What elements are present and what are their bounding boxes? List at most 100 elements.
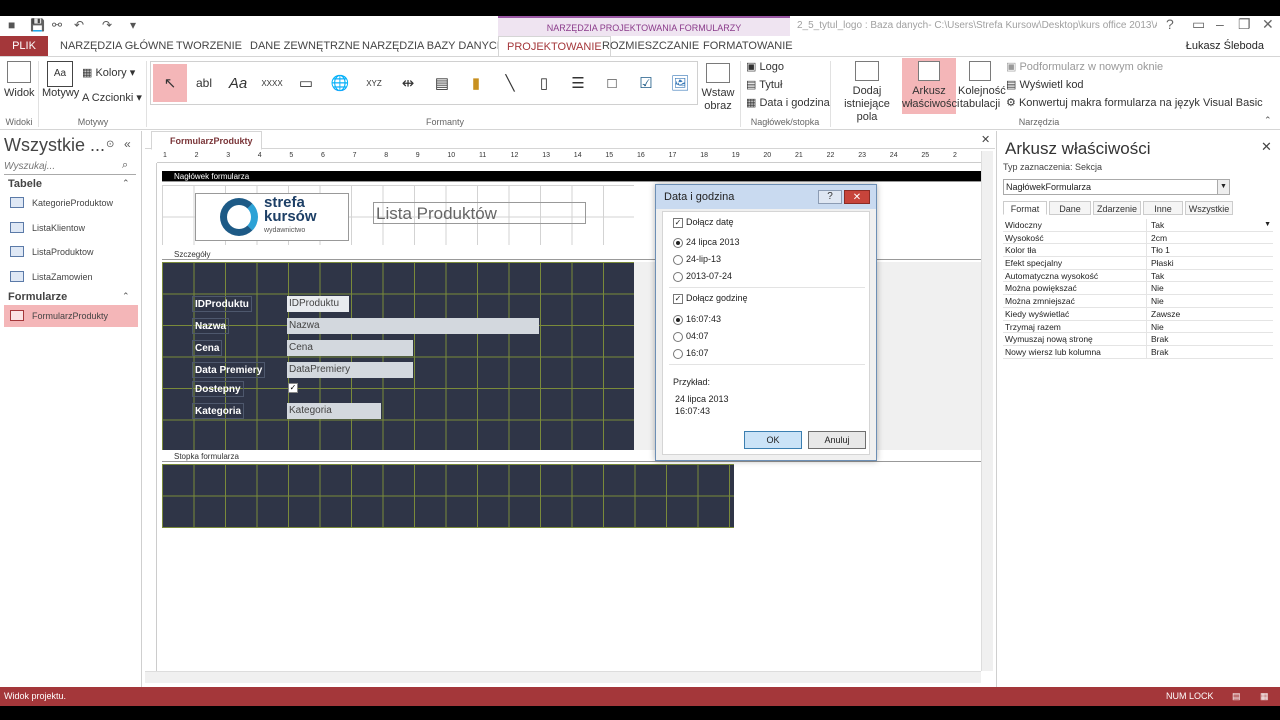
property-value[interactable]: Nie: [1151, 321, 1164, 333]
nav-group-forms[interactable]: Formularze: [8, 291, 67, 303]
image-tool-icon[interactable]: 🖼: [663, 64, 697, 102]
themes-button[interactable]: Aa Motywy: [42, 61, 79, 100]
tab-format[interactable]: FORMATOWANIE: [695, 36, 801, 56]
combo-box-icon[interactable]: ▤: [425, 64, 459, 102]
add-fields-button[interactable]: Dodaj istniejące pola: [834, 61, 900, 124]
view-button[interactable]: Widok: [4, 61, 35, 100]
tab-other[interactable]: Inne: [1143, 201, 1183, 215]
nav-search-input[interactable]: Wyszukaj...: [4, 159, 136, 175]
nav-item-table[interactable]: ListaKlientow: [4, 217, 138, 239]
property-row[interactable]: Trzymaj razem Nie: [1003, 320, 1273, 334]
title-button[interactable]: ▤ Tytuł: [746, 79, 783, 92]
chevron-up-icon[interactable]: ⌃: [122, 291, 130, 302]
button-tool-icon[interactable]: XXXX: [255, 64, 289, 102]
ok-button[interactable]: OK: [744, 431, 802, 449]
nav-item-table[interactable]: KategorieProduktow: [4, 192, 138, 214]
tab-home[interactable]: NARZĘDZIA GŁÓWNE: [52, 36, 182, 56]
logo-image[interactable]: strefa kursów wydawnictwo: [195, 193, 349, 241]
form-footer-section[interactable]: [162, 464, 734, 528]
convert-macros-button[interactable]: ⚙ Konwertuj makra formularza na język Vi…: [1006, 97, 1263, 110]
nav-title[interactable]: Wszystkie ...: [4, 135, 105, 156]
qat-customize-icon[interactable]: ▾: [130, 18, 136, 32]
help-icon[interactable]: ?: [1166, 16, 1174, 32]
field-label[interactable]: Nazwa: [192, 318, 230, 334]
redo-icon[interactable]: ↷: [102, 18, 112, 32]
list-box-icon[interactable]: ☰: [561, 64, 595, 102]
property-sheet-close-icon[interactable]: ✕: [1261, 139, 1272, 155]
fonts-button[interactable]: A Czcionki ▾: [82, 92, 142, 105]
field-checkbox[interactable]: ✓: [288, 383, 298, 393]
field-label[interactable]: IDProduktu: [192, 296, 252, 312]
tab-order-button[interactable]: Kolejność tabulacji: [958, 61, 1006, 111]
include-date-checkbox[interactable]: ✓ Dołącz datę: [673, 216, 734, 228]
relationships-icon[interactable]: ⚯: [52, 18, 62, 32]
subform-new-window-button[interactable]: ▣ Podformularz w nowym oknie: [1006, 61, 1163, 74]
property-value[interactable]: Tak: [1151, 219, 1164, 231]
property-value[interactable]: Brak: [1151, 346, 1168, 358]
field-label[interactable]: Cena: [192, 340, 223, 356]
property-row[interactable]: Efekt specjalny Płaski: [1003, 257, 1273, 270]
property-row[interactable]: Wysokość 2cm: [1003, 231, 1273, 245]
property-row[interactable]: Kiedy wyświetlać Zawsze: [1003, 307, 1273, 321]
property-row[interactable]: Nowy wiersz lub kolumna Brak: [1003, 345, 1273, 359]
close-document-icon[interactable]: ✕: [981, 133, 990, 146]
property-value[interactable]: Tło 1: [1151, 244, 1170, 256]
label-tool-icon[interactable]: Aa: [221, 64, 255, 102]
nav-group-tables[interactable]: Tabele: [8, 178, 42, 190]
document-tab[interactable]: FormularzProdukty: [151, 131, 262, 150]
property-value[interactable]: Brak: [1151, 333, 1168, 345]
field-label[interactable]: Dostepny: [192, 381, 244, 397]
tab-external-data[interactable]: DANE ZEWNĘTRZNE: [242, 36, 368, 56]
tab-arrange[interactable]: ROZMIESZCZANIE: [594, 36, 707, 56]
tab-control-icon[interactable]: ▭: [289, 64, 323, 102]
tab-create[interactable]: TWORZENIE: [168, 36, 250, 56]
tab-all[interactable]: Wszystkie: [1185, 201, 1233, 215]
textbox-tool-icon[interactable]: abl: [187, 64, 221, 102]
chevron-down-icon[interactable]: ▼: [1264, 219, 1271, 231]
property-value[interactable]: Zawsze: [1151, 308, 1180, 320]
dialog-close-button[interactable]: ✕: [844, 190, 870, 204]
date-option-radio[interactable]: 24 lipca 2013: [673, 236, 740, 248]
minimize-icon[interactable]: –: [1216, 16, 1224, 32]
tab-event[interactable]: Zdarzenie: [1093, 201, 1141, 215]
property-value[interactable]: Nie: [1151, 295, 1164, 307]
tab-database-tools[interactable]: NARZĘDZIA BAZY DANYCH: [354, 36, 513, 56]
rectangle-tool-icon[interactable]: □: [595, 64, 629, 102]
property-row[interactable]: Można powiększać Nie: [1003, 282, 1273, 296]
property-value[interactable]: Płaski: [1151, 257, 1174, 269]
dialog-help-button[interactable]: ?: [818, 190, 842, 204]
property-row[interactable]: Kolor tła Tło 1: [1003, 244, 1273, 258]
nav-menu-icon[interactable]: ⊙: [106, 139, 114, 150]
ribbon-display-icon[interactable]: ▭: [1192, 16, 1205, 33]
property-sheet-button[interactable]: Arkusz właściwości: [902, 58, 959, 114]
property-value[interactable]: Tak: [1151, 270, 1164, 282]
section-header-bar[interactable]: Nagłówek formularza: [162, 171, 981, 182]
field-textbox[interactable]: Nazwa: [287, 318, 539, 334]
checkbox-tool-icon[interactable]: ☑: [629, 64, 663, 102]
date-option-radio[interactable]: 2013-07-24: [673, 270, 732, 282]
property-value[interactable]: 2cm: [1151, 232, 1167, 244]
property-value[interactable]: Nie: [1151, 282, 1164, 294]
field-label[interactable]: Data Premiery: [192, 362, 266, 378]
search-icon[interactable]: ⌕: [122, 159, 128, 172]
field-textbox[interactable]: Kategoria: [287, 403, 381, 419]
field-textbox[interactable]: DataPremiery: [287, 362, 413, 378]
colors-button[interactable]: ▦ Kolory ▾: [82, 67, 135, 80]
view-code-button[interactable]: ▤ Wyświetl kod: [1006, 79, 1084, 92]
time-option-radio[interactable]: 04:07: [673, 330, 709, 342]
time-option-radio[interactable]: 16:07: [673, 347, 709, 359]
page-break-icon[interactable]: ⇹: [391, 64, 425, 102]
chart-tool-icon[interactable]: ▮: [459, 64, 493, 102]
datetime-button[interactable]: ▦ Data i godzina: [746, 97, 830, 110]
line-tool-icon[interactable]: ╲: [493, 64, 527, 102]
time-option-radio[interactable]: 16:07:43: [673, 313, 721, 325]
property-row[interactable]: Można zmniejszać Nie: [1003, 295, 1273, 308]
nav-item-form[interactable]: FormularzProdukty: [4, 305, 138, 327]
property-row[interactable]: Widoczny Tak ▼: [1003, 219, 1273, 232]
collapse-ribbon-icon[interactable]: ⌃: [1264, 115, 1272, 126]
horizontal-scrollbar[interactable]: [145, 671, 981, 683]
property-row[interactable]: Wymuszaj nową stronę Brak: [1003, 333, 1273, 346]
chevron-up-icon[interactable]: ⌃: [122, 178, 130, 189]
save-icon[interactable]: 💾: [30, 18, 45, 32]
hyperlink-tool-icon[interactable]: 🌐: [323, 64, 357, 102]
